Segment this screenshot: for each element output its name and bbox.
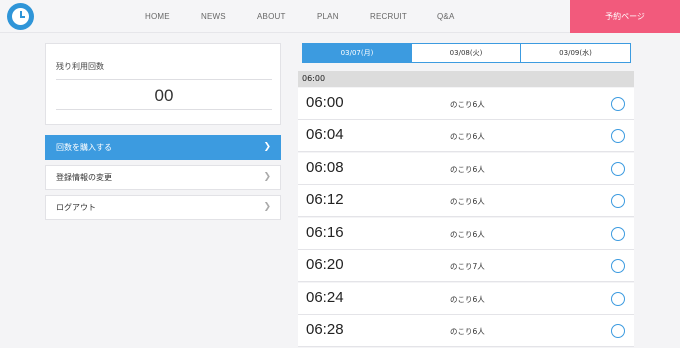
site-header: HOME NEWS ABOUT PLAN RECRUIT Q&A 予約ページ	[0, 0, 680, 33]
divider	[56, 79, 272, 80]
available-circle-icon[interactable]	[611, 129, 625, 143]
buy-count-button[interactable]: 回数を購入する ❯	[45, 135, 281, 160]
time-slot-row[interactable]: 06:24 のこり6人	[298, 283, 634, 315]
nav-plan[interactable]: PLAN	[317, 0, 339, 33]
nav-recruit[interactable]: RECRUIT	[370, 0, 407, 33]
slot-time: 06:04	[306, 126, 344, 143]
time-slot-row[interactable]: 06:12 のこり6人	[298, 185, 634, 217]
chevron-right-icon: ❯	[263, 172, 271, 182]
date-tab-0307[interactable]: 03/07(月)	[302, 43, 412, 63]
divider	[56, 109, 272, 110]
slot-time: 06:08	[306, 159, 344, 176]
chevron-right-icon: ❯	[263, 202, 271, 212]
slot-time: 06:16	[306, 224, 344, 241]
slot-remaining: のこり6人	[450, 197, 485, 206]
slot-remaining: のこり6人	[450, 165, 485, 174]
nav-qa[interactable]: Q&A	[437, 0, 455, 33]
edit-registration-button[interactable]: 登録情報の変更 ❯	[45, 165, 281, 190]
time-slot-row[interactable]: 06:08 のこり6人	[298, 153, 634, 185]
slot-time: 06:12	[306, 191, 344, 208]
time-slot-row[interactable]: 06:20 のこり7人	[298, 250, 634, 282]
date-tab-0309[interactable]: 03/09(水)	[520, 43, 631, 63]
slot-time: 06:20	[306, 256, 344, 273]
slot-remaining: のこり6人	[450, 230, 485, 239]
slot-remaining: のこり6人	[450, 100, 485, 109]
menu-item-label: ログアウト	[56, 203, 96, 212]
remaining-count-value: 00	[154, 86, 174, 105]
available-circle-icon[interactable]	[611, 292, 625, 306]
remaining-count-label: 残り利用回数	[56, 62, 104, 71]
time-slot-row[interactable]: 06:28 のこり6人	[298, 315, 634, 347]
available-circle-icon[interactable]	[611, 194, 625, 208]
slot-remaining: のこり6人	[450, 327, 485, 336]
slot-remaining: のこり6人	[450, 295, 485, 304]
available-circle-icon[interactable]	[611, 97, 625, 111]
slot-time: 06:00	[306, 94, 344, 111]
chevron-right-icon: ❯	[263, 142, 271, 152]
clock-logo-icon[interactable]	[7, 3, 34, 30]
slot-remaining: のこり6人	[450, 132, 485, 141]
hour-group-header: 06:00	[298, 71, 634, 87]
time-slot-row[interactable]: 06:04 のこり6人	[298, 120, 634, 152]
nav-about[interactable]: ABOUT	[257, 0, 286, 33]
menu-item-label: 回数を購入する	[56, 143, 112, 152]
logout-button[interactable]: ログアウト ❯	[45, 195, 281, 220]
available-circle-icon[interactable]	[611, 162, 625, 176]
time-slot-row[interactable]: 06:16 のこり6人	[298, 218, 634, 250]
slot-remaining: のこり7人	[450, 262, 485, 271]
available-circle-icon[interactable]	[611, 324, 625, 338]
time-slot-row[interactable]: 06:00 のこり6人	[298, 88, 634, 120]
nav-home[interactable]: HOME	[145, 0, 170, 33]
date-tab-0308[interactable]: 03/08(火)	[411, 43, 521, 63]
reserve-page-button[interactable]: 予約ページ	[570, 0, 680, 33]
available-circle-icon[interactable]	[611, 227, 625, 241]
nav-news[interactable]: NEWS	[201, 0, 226, 33]
remaining-count-card: 残り利用回数 00	[45, 43, 281, 125]
slot-time: 06:24	[306, 289, 344, 306]
menu-item-label: 登録情報の変更	[56, 173, 112, 182]
slot-time: 06:28	[306, 321, 344, 338]
available-circle-icon[interactable]	[611, 259, 625, 273]
